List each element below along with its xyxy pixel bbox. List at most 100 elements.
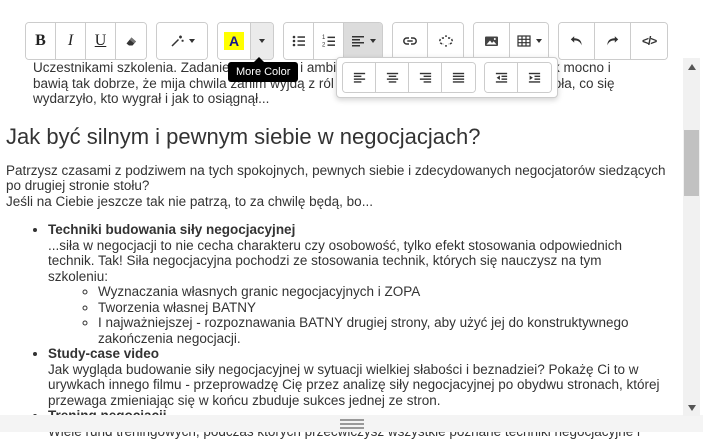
italic-label: I: [68, 32, 73, 50]
paragraph-group: 1 2: [283, 22, 383, 60]
codeview-button[interactable]: </>: [631, 23, 667, 59]
align-justify-button[interactable]: [442, 63, 475, 92]
align-justify-icon: [451, 70, 466, 85]
scroll-down-button[interactable]: [683, 399, 700, 416]
ordered-list-button[interactable]: 1 2: [314, 23, 344, 59]
unordered-list-icon: [291, 33, 307, 49]
indent-icon: [527, 70, 542, 85]
align-right-button[interactable]: [409, 63, 442, 92]
style-group: [156, 22, 208, 60]
feature-list: Techniki budowania siły negocjacyjnej ..…: [0, 222, 676, 439]
undo-button[interactable]: [559, 23, 595, 59]
sub-list-item: Tworzenia własnej BATNY: [98, 300, 676, 316]
tooltip-more-color: More Color: [228, 62, 298, 82]
indent-button[interactable]: [518, 63, 551, 92]
link-group: [392, 22, 464, 60]
indent-group: [484, 62, 552, 93]
align-center-button[interactable]: [376, 63, 409, 92]
list-item: Techniki budowania siły negocjacyjnej ..…: [48, 222, 676, 346]
sub-list-item: I najważniejszej - rozpoznawania BATNY d…: [98, 315, 676, 346]
align-right-icon: [418, 70, 433, 85]
redo-button[interactable]: [595, 23, 631, 59]
scroll-up-button[interactable]: [683, 58, 700, 75]
tooltip-arrow: [254, 57, 264, 62]
link-button[interactable]: [393, 23, 428, 59]
arrow-up-icon: [688, 64, 696, 70]
align-left-button[interactable]: [343, 63, 376, 92]
font-color-button[interactable]: A: [218, 23, 251, 59]
eraser-icon: [123, 33, 139, 49]
tooltip-text: More Color: [236, 66, 290, 78]
font-style-group: B I U: [25, 22, 147, 60]
sub-list-line: zakończenia negocjacji.: [98, 331, 676, 347]
bold-label: B: [35, 32, 46, 50]
align-group: [342, 62, 476, 93]
link-icon: [401, 33, 419, 49]
sub-list-item: Wyznaczania własnych granic negocjacyjny…: [98, 284, 676, 300]
list-item-line: technik. Tak! Siła negocjacyjna pochodzi…: [48, 253, 676, 269]
unlink-button[interactable]: [428, 23, 463, 59]
paragraph-button[interactable]: [344, 23, 382, 59]
paragraph-line: Patrzysz czasami z podziwem na tych spok…: [6, 163, 676, 179]
list-item-line: Jak wygląda budowanie siły negocjacyjnej…: [48, 362, 676, 378]
resize-grip-icon: [340, 419, 364, 421]
list-item: Study-case video Jak wygląda budowanie s…: [48, 346, 676, 408]
image-button[interactable]: [474, 23, 510, 59]
align-left-icon: [350, 33, 366, 49]
insert-group: [473, 22, 549, 60]
clear-format-button[interactable]: [116, 23, 146, 59]
page-heading: Jak być silnym i pewnym siebie w negocja…: [6, 123, 676, 151]
outdent-button[interactable]: [485, 63, 518, 92]
ordered-list-icon: 1 2: [321, 33, 337, 49]
chevron-down-icon: [259, 39, 265, 43]
editor-content[interactable]: Uczestnikami szkolenia. Zadanie jest tru…: [0, 60, 676, 439]
editor-resize-handle[interactable]: [0, 415, 703, 432]
scrollbar-track[interactable]: [683, 58, 700, 416]
underline-button[interactable]: U: [86, 23, 116, 59]
editor-toolbar: B I U A: [25, 22, 668, 60]
list-item-line: ...siła w negocjacji to nie cecha charak…: [48, 238, 676, 254]
scroll-thumb[interactable]: [684, 130, 699, 196]
magic-wand-icon: [169, 33, 185, 49]
underline-label: U: [95, 32, 107, 50]
align-left-icon: [352, 70, 367, 85]
svg-text:1: 1: [322, 35, 326, 41]
color-A-label: A: [224, 32, 244, 50]
resize-grip-icon: [340, 427, 364, 429]
image-icon: [483, 33, 500, 49]
table-icon: [516, 33, 532, 49]
chevron-down-icon: [536, 39, 542, 43]
color-group: A: [217, 22, 274, 60]
codeview-label: </>: [642, 34, 656, 48]
paragraph-lead: Patrzysz czasami z podziwem na tych spok…: [6, 163, 676, 210]
chevron-down-icon: [189, 39, 195, 43]
align-center-icon: [385, 70, 400, 85]
outdent-icon: [494, 70, 509, 85]
paragraph-line: Jeśli na Ciebie jeszcze tak nie patrzą, …: [6, 194, 676, 210]
redo-icon: [604, 33, 621, 49]
list-item-title: Techniki budowania siły negocjacyjnej: [48, 222, 676, 238]
svg-text:2: 2: [322, 42, 326, 48]
undo-icon: [568, 33, 585, 49]
bold-button[interactable]: B: [26, 23, 56, 59]
italic-button[interactable]: I: [56, 23, 86, 59]
paragraph-dropdown: [336, 57, 558, 98]
paragraph-line: po drugiej stronie stołu?: [6, 178, 676, 194]
style-dropdown-button[interactable]: [157, 23, 207, 59]
sub-list-line: I najważniejszej - rozpoznawania BATNY d…: [98, 315, 676, 331]
sub-list: Wyznaczania własnych granic negocjacyjny…: [48, 284, 676, 346]
list-item-line: szkoleniu:: [48, 269, 676, 285]
unlink-icon: [437, 33, 455, 49]
list-item-line: przewaga zmieniając się w końcu zbuduje …: [48, 393, 676, 409]
list-item-line: urywkach innego filmu - przeprowadzę Cię…: [48, 377, 676, 393]
unordered-list-button[interactable]: [284, 23, 314, 59]
misc-group: </>: [558, 22, 668, 60]
more-color-button[interactable]: [251, 23, 273, 59]
list-item-title: Study-case video: [48, 346, 676, 362]
table-button[interactable]: [510, 23, 548, 59]
chevron-down-icon: [370, 39, 376, 43]
arrow-down-icon: [688, 405, 696, 411]
resize-grip-icon: [340, 423, 364, 425]
sub-list-line: Tworzenia własnej BATNY: [98, 300, 676, 316]
sub-list-line: Wyznaczania własnych granic negocjacyjny…: [98, 284, 676, 300]
